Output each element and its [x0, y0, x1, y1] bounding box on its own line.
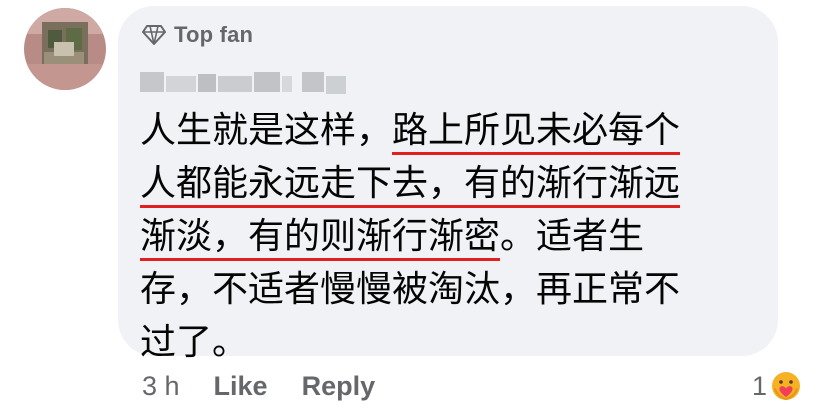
comment-line: 人都能永远走下去，有的渐行渐远	[140, 157, 760, 210]
comment-line: 人生就是这样，路上所见未必每个	[140, 104, 760, 157]
blurred-author-name[interactable]	[140, 68, 346, 94]
comment-bubble: Top fan 人生就是这样，路上所见未必每个 人都能永远走下去，有的渐行渐远 …	[118, 6, 778, 363]
care-reaction-icon	[770, 370, 803, 402]
top-fan-badge: Top fan	[142, 22, 253, 48]
reply-button[interactable]: Reply	[302, 371, 376, 402]
comment-text-segment: 人生就是这样，	[140, 110, 393, 151]
badge-label: Top fan	[174, 22, 254, 47]
comment-text-segment: 存，不适者慢慢被淘汰，再正常不	[140, 269, 681, 310]
diamond-icon	[142, 25, 166, 45]
like-button[interactable]: Like	[214, 371, 268, 402]
comment-text-segment: 。适者生	[500, 216, 645, 257]
comment-line: 渐淡，有的则渐行渐密。适者生	[140, 210, 760, 263]
timestamp-link[interactable]: 3 h	[142, 371, 180, 402]
comment-line: 过了。	[140, 316, 760, 369]
underlined-text-segment: 人都能永远走下去，有的渐行渐远	[140, 163, 681, 208]
comment-thread: Top fan 人生就是这样，路上所见未必每个 人都能永远走下去，有的渐行渐远 …	[0, 0, 828, 410]
underlined-text-segment: 渐淡，有的则渐行渐密	[140, 216, 501, 261]
reaction-count: 1	[752, 370, 768, 401]
comment-line: 存，不适者慢慢被淘汰，再正常不	[140, 263, 760, 316]
reaction-summary[interactable]: 1	[752, 366, 803, 406]
blurred-avatar-image	[24, 8, 106, 90]
underlined-text-segment: 路上所见未必每个	[392, 110, 681, 155]
avatar[interactable]	[24, 8, 106, 90]
comment-text: 人生就是这样，路上所见未必每个 人都能永远走下去，有的渐行渐远 渐淡，有的则渐行…	[140, 104, 760, 369]
comment-actions: 3 h Like Reply	[142, 366, 409, 406]
comment-text-segment: 过了。	[140, 322, 249, 363]
